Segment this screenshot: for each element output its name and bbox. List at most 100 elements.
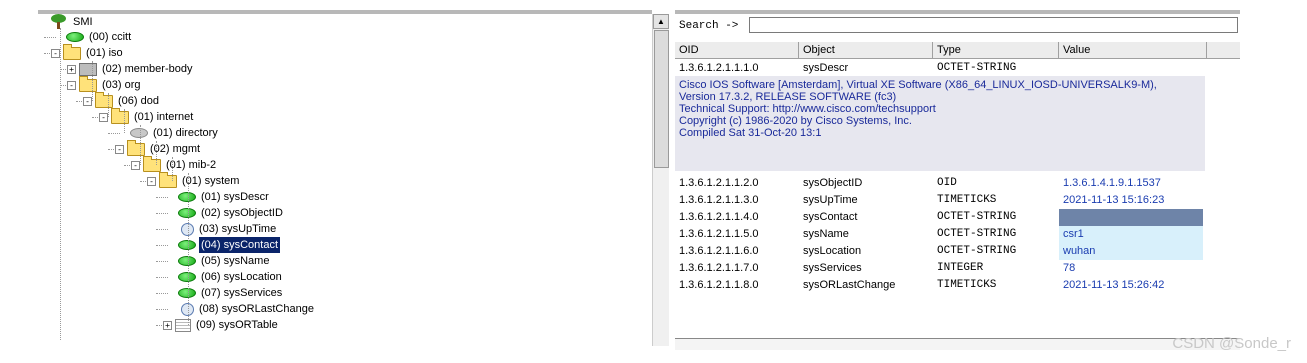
collapse-icon[interactable]: -	[115, 144, 124, 154]
tree-node[interactable]: SMI	[50, 14, 95, 30]
type-cell: INTEGER	[937, 262, 984, 274]
oid-cell: 1.3.6.1.2.1.1.2.0	[679, 177, 759, 189]
column-header-type[interactable]: Type	[933, 42, 1059, 59]
expand-icon[interactable]: +	[163, 320, 172, 330]
search-label: Search ->	[679, 20, 739, 32]
folder-icon	[159, 171, 177, 188]
leaf-icon	[178, 272, 196, 283]
tree-node-label: (04) sysContact	[199, 237, 281, 254]
tree-node[interactable]: - (01) system	[147, 171, 241, 189]
collapse-icon[interactable]: -	[83, 96, 92, 106]
object-cell: sysContact	[803, 211, 858, 223]
collapse-icon[interactable]: -	[131, 160, 140, 170]
sysdescr-value[interactable]: Cisco IOS Software [Amsterdam], Virtual …	[675, 76, 1205, 171]
tree-node[interactable]: - (03) org	[67, 75, 143, 93]
tree-node-label: (06) sysLocation	[201, 271, 282, 284]
value-cell: 2021-11-13 15:26:42	[1063, 279, 1165, 291]
gray-leaf-icon	[130, 128, 148, 139]
tree-node[interactable]: (01) sysDescr	[178, 189, 271, 205]
tree-node[interactable]: - (01) internet	[99, 107, 195, 125]
tree-connector	[124, 109, 125, 133]
oid-cell: 1.3.6.1.2.1.1.3.0	[679, 194, 759, 206]
table-row[interactable]: 1.3.6.1.2.1.1.5.0 sysName OCTET-STRING csr1	[675, 226, 1240, 243]
object-cell: sysDescr	[803, 62, 849, 74]
tree-node-label: (05) sysName	[201, 255, 270, 268]
collapse-icon[interactable]: -	[147, 176, 156, 186]
tree-node[interactable]: (00) ccitt	[66, 29, 133, 45]
tree-node[interactable]: (04) sysContact	[178, 237, 281, 254]
tree-node-label: (03) sysUpTime	[199, 223, 277, 236]
value-cell: wuhan	[1059, 243, 1203, 260]
tree-connector	[60, 28, 61, 340]
tree-node-label: (07) sysServices	[201, 287, 283, 300]
oid-cell: 1.3.6.1.2.1.1.5.0	[679, 228, 759, 240]
leaf-icon	[178, 208, 196, 219]
object-cell: sysLocation	[803, 245, 862, 257]
results-panel: Search -> OID Object Type Value 1.3.6.1.…	[675, 10, 1240, 350]
tree-node[interactable]: (07) sysServices	[178, 285, 284, 301]
tree-node-label: (01) system	[182, 175, 240, 188]
folder-icon	[79, 75, 97, 92]
sysdescr-line: Copyright (c) 1986-2020 by Cisco Systems…	[679, 115, 912, 127]
type-cell: OCTET-STRING	[937, 228, 1017, 240]
tree-node-label: (01) internet	[134, 111, 194, 124]
object-cell: sysObjectID	[803, 177, 863, 189]
tree-node[interactable]: - (06) dod	[83, 91, 161, 109]
folder-icon	[63, 43, 81, 60]
tree-connector	[156, 197, 168, 198]
table-row[interactable]: 1.3.6.1.2.1.1.3.0 sysUpTime TIMETICKS 2021-…	[675, 192, 1240, 209]
tree-connector	[44, 37, 56, 38]
leaf-icon	[178, 256, 196, 267]
oid-cell: 1.3.6.1.2.1.1.7.0	[679, 262, 759, 274]
tree-node[interactable]: (06) sysLocation	[178, 269, 284, 285]
table-row[interactable]: 1.3.6.1.2.1.1.1.0 sysDescr OCTET-STRING	[675, 60, 1240, 77]
table-row[interactable]: 1.3.6.1.2.1.1.7.0 sysServices INTEGER 78	[675, 260, 1240, 277]
tree-node[interactable]: + (09) sysORTable	[163, 317, 280, 333]
leaf-icon	[66, 32, 84, 43]
search-input[interactable]	[749, 17, 1238, 33]
column-header-value[interactable]: Value	[1059, 42, 1207, 59]
column-header-object[interactable]: Object	[799, 42, 933, 59]
folder-icon	[143, 155, 161, 172]
tree-node[interactable]: (08) sysORLastChange	[178, 301, 316, 317]
tree-scrollbar[interactable]: ▲	[652, 14, 669, 346]
tree-node[interactable]: (03) sysUpTime	[178, 221, 278, 237]
type-cell: OCTET-STRING	[937, 245, 1017, 257]
bottom-tab-strip	[675, 338, 1240, 350]
tree-connector	[156, 293, 168, 294]
collapse-icon[interactable]: -	[99, 112, 108, 122]
table-row[interactable]: 1.3.6.1.2.1.1.2.0 sysObjectID OID 1.3.6.1.4…	[675, 175, 1240, 192]
table-row[interactable]: 1.3.6.1.2.1.1.6.0 sysLocation OCTET-STRING…	[675, 243, 1240, 260]
type-cell: OCTET-STRING	[937, 62, 1017, 74]
tree-node[interactable]: - (01) mib-2	[131, 155, 218, 173]
gray-folder-icon	[79, 62, 97, 76]
collapse-icon[interactable]: -	[51, 48, 60, 58]
tree-node-label: (01) sysDescr	[201, 191, 269, 204]
tree-node-label: (06) dod	[118, 95, 159, 108]
sysdescr-line: Compiled Sat 31-Oct-20 13:1	[679, 127, 822, 139]
scroll-up-icon[interactable]: ▲	[653, 14, 669, 29]
mib-tree: SMI (00) ccitt - (01) iso + (02) member-body -…	[38, 14, 652, 350]
tree-node[interactable]: - (02) mgmt	[115, 139, 202, 157]
tree-node-label: (02) sysObjectID	[201, 207, 283, 220]
collapse-icon[interactable]: -	[67, 80, 76, 90]
value-cell: 1.3.6.1.4.1.9.1.1537	[1063, 177, 1161, 189]
tree-connector	[156, 213, 168, 214]
column-header-oid[interactable]: OID	[675, 42, 799, 59]
tree-node-label: (08) sysORLastChange	[199, 303, 314, 316]
tree-connector	[140, 125, 141, 165]
leaf-icon	[178, 192, 196, 203]
sysdescr-line: Version 17.3.2, RELEASE SOFTWARE (fc3)	[679, 91, 897, 103]
folder-icon	[95, 91, 113, 108]
tree-node[interactable]: (02) sysObjectID	[178, 205, 285, 221]
value-cell: 2021-11-13 15:16:23	[1063, 194, 1165, 206]
tree-node[interactable]: (05) sysName	[178, 253, 271, 269]
tree-node[interactable]: + (02) member-body	[67, 61, 194, 77]
tree-node[interactable]: (01) directory	[130, 125, 220, 141]
scrollbar-thumb[interactable]	[654, 30, 669, 168]
type-cell: TIMETICKS	[937, 279, 997, 291]
expand-icon[interactable]: +	[67, 64, 76, 74]
tree-node[interactable]: - (01) iso	[51, 43, 125, 61]
table-row[interactable]: 1.3.6.1.2.1.1.8.0 sysORLastChange TIMETICK…	[675, 277, 1240, 294]
table-row[interactable]: 1.3.6.1.2.1.1.4.0 sysContact OCTET-STRING	[675, 209, 1240, 226]
